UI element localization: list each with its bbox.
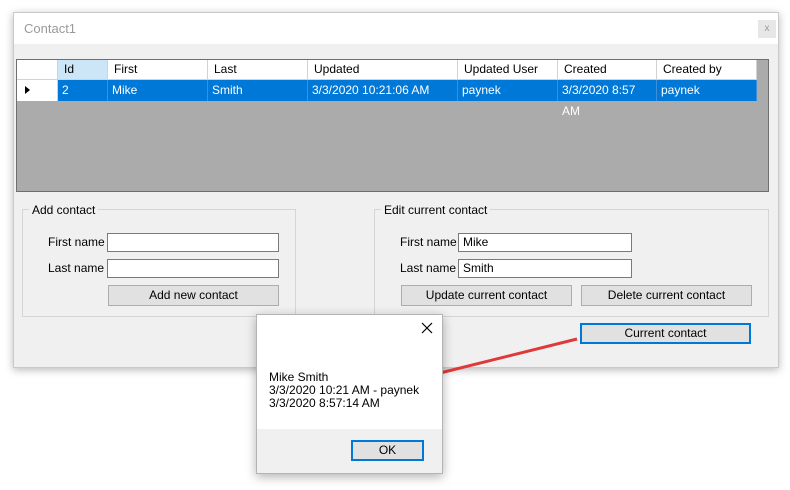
close-icon[interactable]: x: [758, 20, 776, 38]
cell-id[interactable]: 2: [58, 80, 108, 101]
cell-created-by[interactable]: paynek: [657, 80, 757, 101]
add-first-name-label: First name: [48, 235, 105, 249]
row-header[interactable]: [17, 80, 58, 101]
current-row-arrow-icon: [25, 86, 30, 94]
ok-button[interactable]: OK: [351, 440, 424, 461]
message-box-dialog: Mike Smith 3/3/2020 10:21 AM - paynek 3/…: [256, 314, 443, 474]
add-last-name-label: Last name: [48, 261, 105, 275]
column-header-last[interactable]: Last: [208, 60, 308, 80]
edit-first-name-field[interactable]: Mike: [458, 233, 632, 252]
add-contact-group: Add contact First name Last name Add new…: [22, 203, 296, 317]
add-last-name-field[interactable]: [107, 259, 279, 278]
edit-last-name-field[interactable]: Smith: [458, 259, 632, 278]
grid-corner-header: [17, 60, 58, 80]
window-title: Contact1: [24, 21, 77, 36]
add-first-name-field[interactable]: [107, 233, 279, 252]
column-header-created-by[interactable]: Created by: [657, 60, 757, 80]
message-line-created: 3/3/2020 8:57:14 AM: [269, 396, 380, 410]
cell-updated-user[interactable]: paynek: [458, 80, 558, 101]
message-box-footer: OK: [257, 429, 442, 473]
cell-created[interactable]: 3/3/2020 8:57 AM: [558, 80, 657, 118]
update-current-contact-button[interactable]: Update current contact: [401, 285, 572, 306]
close-icon[interactable]: [420, 321, 434, 335]
column-header-updated-user[interactable]: Updated User: [458, 60, 558, 80]
edit-first-name-label: First name: [400, 235, 457, 249]
current-contact-button[interactable]: Current contact: [580, 323, 751, 344]
cell-first[interactable]: Mike: [108, 80, 208, 101]
column-header-updated[interactable]: Updated: [308, 60, 458, 80]
contacts-grid[interactable]: Id First Last Updated Updated User Creat…: [16, 59, 769, 192]
add-new-contact-button[interactable]: Add new contact: [108, 285, 279, 306]
edit-contact-legend: Edit current contact: [381, 203, 491, 217]
add-contact-legend: Add contact: [29, 203, 99, 217]
column-header-first[interactable]: First: [108, 60, 208, 80]
title-bar: Contact1 x: [14, 13, 778, 44]
column-header-id[interactable]: Id: [58, 60, 108, 80]
table-row[interactable]: 2 Mike Smith 3/3/2020 10:21:06 AM paynek…: [17, 80, 757, 118]
cell-last[interactable]: Smith: [208, 80, 308, 101]
column-header-created[interactable]: Created: [558, 60, 657, 80]
delete-current-contact-button[interactable]: Delete current contact: [581, 285, 752, 306]
edit-last-name-label: Last name: [400, 261, 457, 275]
cell-updated[interactable]: 3/3/2020 10:21:06 AM: [308, 80, 458, 101]
edit-contact-group: Edit current contact First name Mike Las…: [374, 203, 769, 317]
